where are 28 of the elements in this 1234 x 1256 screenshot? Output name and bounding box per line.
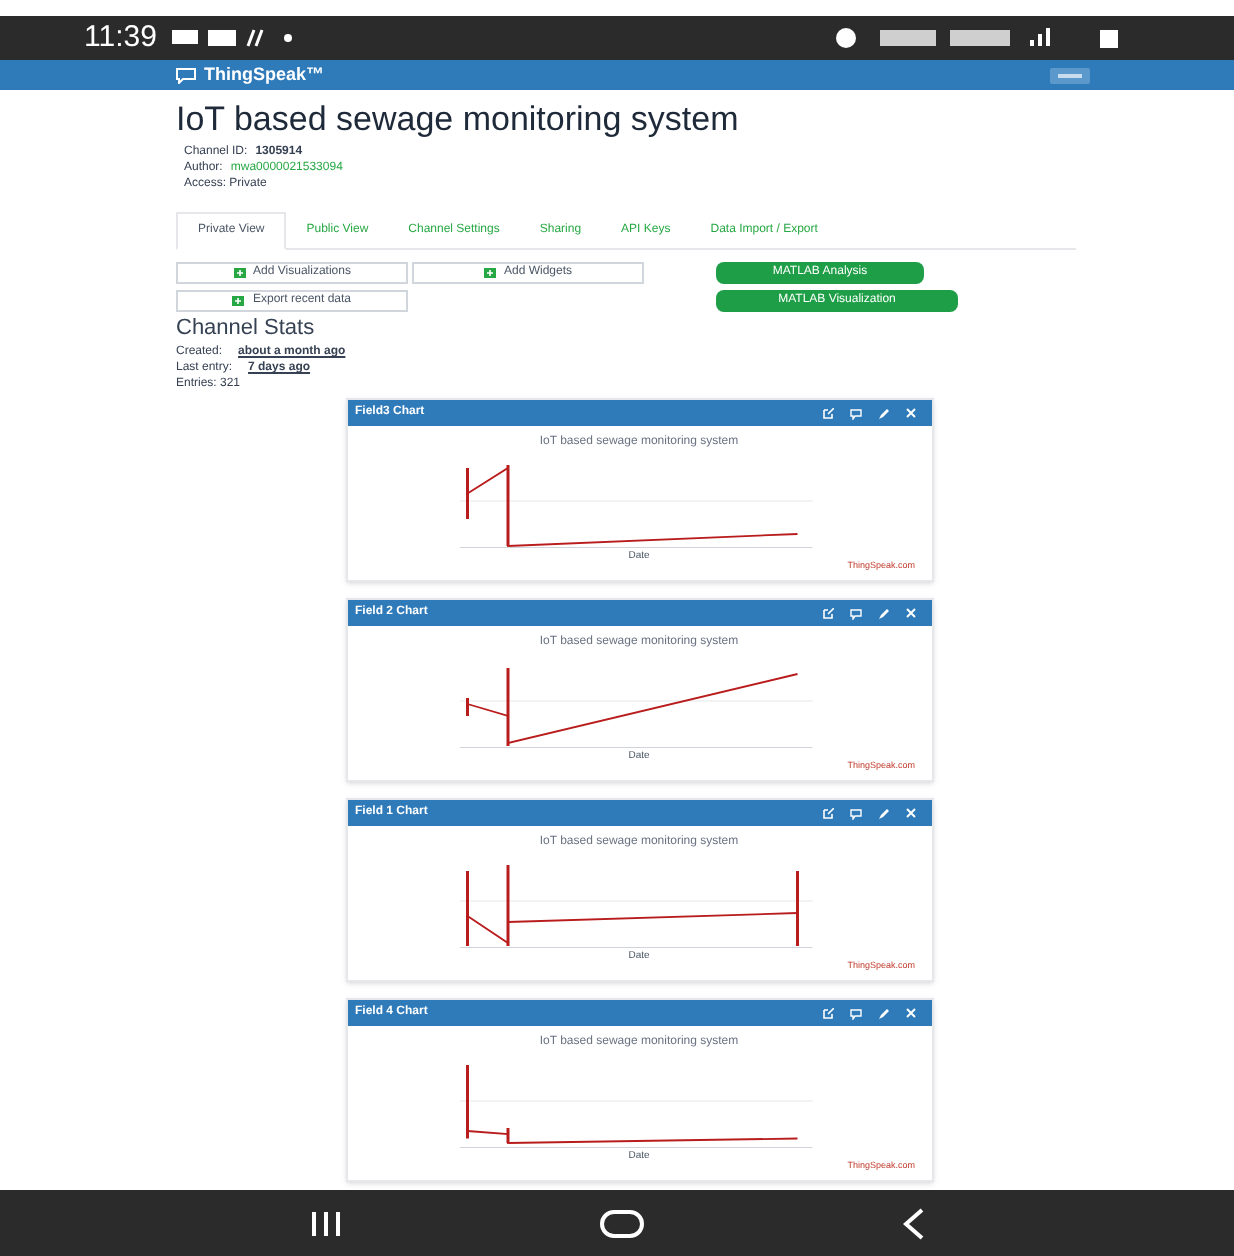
plus-square-icon — [233, 268, 246, 279]
external-link-icon[interactable] — [821, 407, 833, 419]
close-icon[interactable] — [905, 407, 915, 417]
status-time: 11:39 — [84, 17, 157, 58]
pencil-icon[interactable] — [877, 607, 889, 619]
external-link-icon[interactable] — [821, 807, 833, 819]
close-icon[interactable] — [905, 1007, 915, 1017]
menu-icon[interactable] — [1050, 67, 1090, 83]
comment-icon[interactable] — [849, 407, 861, 419]
external-link-icon[interactable] — [821, 607, 833, 619]
channel-title: IoT based sewage monitoring system — [176, 98, 741, 141]
pencil-icon[interactable] — [877, 807, 889, 819]
chat-logo-icon — [176, 67, 196, 83]
comment-icon[interactable] — [849, 807, 861, 819]
stats-heading: Channel Stats — [176, 316, 317, 344]
recent-apps-icon[interactable] — [309, 1211, 341, 1235]
external-link-icon[interactable] — [821, 1007, 833, 1019]
back-icon[interactable] — [901, 1207, 925, 1239]
plus-square-icon — [232, 295, 245, 306]
home-icon[interactable] — [599, 1209, 643, 1237]
close-icon[interactable] — [905, 807, 915, 817]
pencil-icon[interactable] — [877, 407, 889, 419]
pencil-icon[interactable] — [877, 1007, 889, 1019]
plus-square-icon — [483, 268, 496, 279]
close-icon[interactable] — [905, 607, 915, 617]
brand-logo[interactable]: ThingSpeak™ — [204, 61, 325, 89]
comment-icon[interactable] — [849, 607, 861, 619]
comment-icon[interactable] — [849, 1007, 861, 1019]
